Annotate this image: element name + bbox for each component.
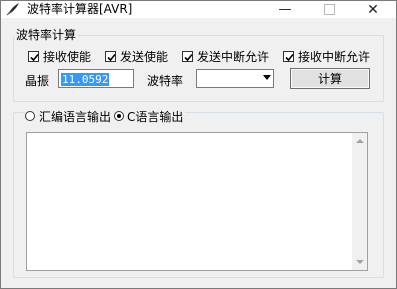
crystal-input[interactable]: 11.0592 (58, 69, 134, 88)
checkbox-box (105, 51, 116, 62)
c-output-label: C语言输出 (127, 109, 184, 124)
scroll-up-icon[interactable] (356, 139, 364, 143)
output-textarea[interactable] (26, 132, 368, 271)
baud-rate-select[interactable] (196, 69, 274, 88)
close-icon: ✕ (367, 1, 379, 18)
baud-calc-legend: 波特率计算 (16, 28, 77, 42)
calculate-button[interactable]: 计算 (290, 68, 370, 89)
vertical-scrollbar[interactable] (352, 133, 367, 270)
check-icon (30, 53, 39, 62)
tx-interrupt-checkbox[interactable]: 发送中断允许 (182, 48, 269, 65)
baud-label: 波特率 (147, 74, 184, 88)
crystal-value: 11.0592 (61, 73, 110, 86)
app-window: 波特率计算器[AVR] — ✕ 波特率 计算 接收使能 发送使能 发送中断允许 接… (0, 0, 397, 289)
rx-enable-checkbox[interactable]: 接收使能 (28, 48, 91, 65)
radio-dot (117, 114, 122, 118)
check-icon (285, 53, 294, 62)
asm-output-radio[interactable]: 汇编语言输出 (25, 108, 111, 125)
asm-output-label: 汇编语言输出 (39, 109, 112, 124)
checkbox-box (182, 51, 193, 62)
client-area: 波特率 计算 接收使能 发送使能 发送中断允许 接收中断允许 晶振 11.0592… (1, 19, 396, 288)
tx-interrupt-label: 发送中断允许 (197, 50, 270, 64)
maximize-button[interactable] (307, 1, 351, 18)
rx-interrupt-checkbox[interactable]: 接收中断允许 (283, 48, 370, 65)
checkbox-box (28, 51, 39, 62)
checkbox-box (283, 51, 294, 62)
output-mode-radios: 汇编语言输出 C语言输出 (25, 108, 186, 125)
rx-interrupt-label: 接收中断允许 (298, 50, 371, 64)
check-icon (107, 53, 116, 62)
minimize-button[interactable]: — (263, 1, 307, 18)
check-icon (184, 53, 193, 62)
tx-enable-label: 发送使能 (120, 50, 169, 64)
maximize-icon (323, 4, 335, 15)
crystal-label: 晶振 (25, 74, 50, 88)
minimize-icon: — (278, 2, 292, 17)
radio-circle (25, 111, 35, 121)
calculate-label: 计算 (317, 72, 342, 86)
window-title: 波特率计算器[AVR] (27, 2, 133, 16)
radio-circle-selected (114, 111, 125, 121)
scroll-down-icon[interactable] (356, 260, 364, 264)
tx-enable-checkbox[interactable]: 发送使能 (105, 48, 168, 65)
chevron-down-icon (263, 75, 271, 80)
baud-calc-group: 波特率 计算 (13, 29, 384, 102)
quill-icon (6, 3, 19, 16)
close-button[interactable]: ✕ (351, 1, 395, 18)
c-output-radio[interactable]: C语言输出 (114, 108, 183, 125)
rx-enable-label: 接收使能 (43, 50, 92, 64)
title-bar[interactable]: 波特率计算器[AVR] — ✕ (1, 1, 396, 18)
